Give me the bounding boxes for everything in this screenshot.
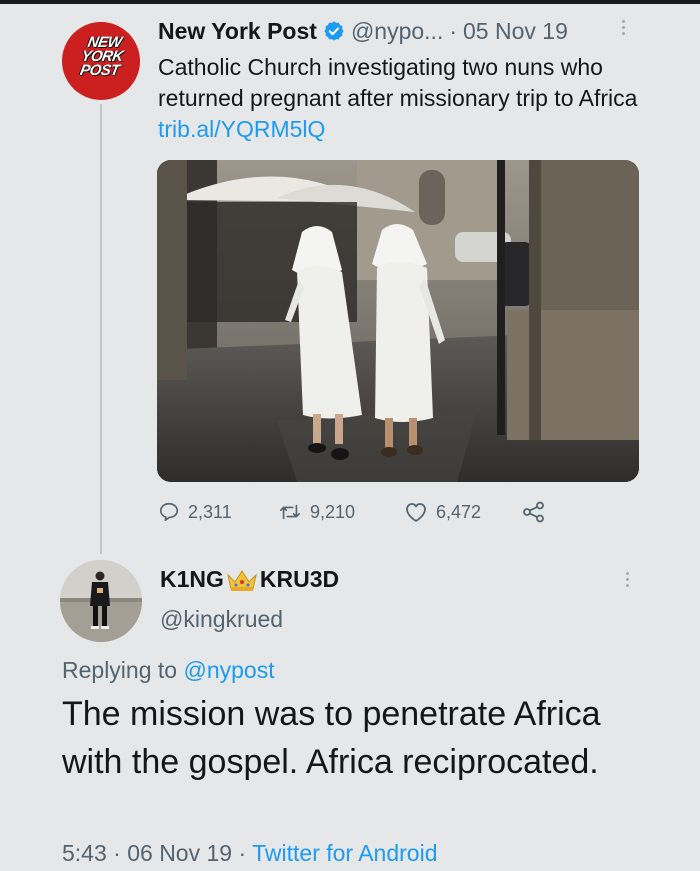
crown-emoji-icon	[225, 567, 259, 593]
retweet-icon	[280, 504, 300, 520]
reply-author-avatar[interactable]	[60, 560, 142, 642]
reply-text: The mission was to penetrate Africa with…	[62, 695, 601, 781]
reply-time[interactable]: 5:43	[62, 840, 107, 866]
replying-label: Replying to	[62, 657, 178, 683]
share-button[interactable]	[522, 501, 546, 523]
replying-to-line: Replying to @nypost	[62, 657, 275, 684]
reply-source-app[interactable]: Twitter for Android	[252, 840, 437, 866]
photo-two-nuns-walking-icon	[157, 160, 639, 482]
reply-author-name[interactable]: K1NG KRU3D	[160, 566, 339, 593]
author-handle[interactable]: @nypo...	[351, 18, 443, 45]
meta-separator: ·	[113, 840, 121, 866]
tweet-actions: 2,311 9,210 6,472	[158, 497, 546, 527]
verified-badge-icon	[323, 20, 345, 42]
person-photo-icon	[60, 560, 142, 642]
nypost-avatar[interactable]: NEW YORK POST	[62, 22, 140, 100]
tweet-header: New York Post @nypo... · 05 Nov 19	[158, 14, 568, 48]
retweet-button[interactable]: 9,210	[278, 501, 404, 523]
meta-separator: ·	[238, 840, 247, 866]
reply-count: 2,311	[188, 501, 232, 522]
like-button[interactable]: 6,472	[404, 501, 522, 523]
reply-button[interactable]: 2,311	[158, 501, 278, 523]
tweet-link[interactable]: trib.al/YQRM5lQ	[158, 116, 325, 142]
more-options-icon[interactable]	[622, 20, 625, 35]
replying-to-mention[interactable]: @nypost	[183, 657, 274, 683]
tweet-date[interactable]: 05 Nov 19	[463, 18, 568, 45]
header-separator: ·	[449, 17, 458, 44]
reply-name-part1: K1NG	[160, 566, 224, 592]
nypost-logo: NEW YORK POST	[78, 34, 125, 79]
heart-icon	[406, 503, 426, 522]
tweet-text: Catholic Church investigating two nuns w…	[158, 52, 638, 145]
tweet-body: Catholic Church investigating two nuns w…	[158, 54, 638, 111]
thread-connector-line	[100, 104, 102, 554]
more-options-icon[interactable]	[626, 572, 629, 587]
like-count: 6,472	[436, 501, 482, 522]
reply-metadata: 5:43 · 06 Nov 19 · Twitter for Android	[62, 840, 437, 867]
top-edge-bar	[0, 0, 700, 4]
author-display-name[interactable]: New York Post	[158, 18, 317, 45]
speech-bubble-icon	[159, 502, 179, 522]
share-icon	[523, 501, 544, 523]
reply-date[interactable]: 06 Nov 19	[127, 840, 232, 866]
reply-author-handle[interactable]: @kingkrued	[160, 606, 283, 633]
reply-name-part2: KRU3D	[259, 566, 340, 592]
tweet-photo[interactable]	[157, 160, 639, 482]
retweet-count: 9,210	[310, 501, 356, 522]
